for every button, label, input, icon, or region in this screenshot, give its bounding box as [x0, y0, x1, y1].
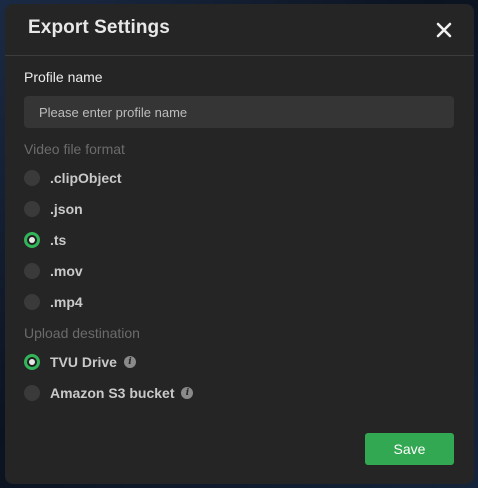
radio-upload-tvu-drive[interactable]: TVU Drive i: [24, 352, 136, 372]
radio-dot: [24, 170, 40, 186]
radio-dot-checked: [24, 232, 40, 248]
radio-dot: [24, 263, 40, 279]
save-button[interactable]: Save: [365, 433, 454, 465]
radio-dot: [24, 201, 40, 217]
info-icon[interactable]: i: [123, 356, 136, 368]
radio-dot-checked: [24, 354, 40, 370]
radio-label: .ts: [50, 232, 67, 248]
radio-format-clipobject[interactable]: .clipObject: [24, 168, 122, 188]
radio-label: .clipObject: [50, 170, 122, 186]
upload-destination-label: Upload destination: [24, 325, 140, 341]
radio-format-mp4[interactable]: .mp4: [24, 292, 83, 312]
profile-name-input[interactable]: [24, 96, 454, 128]
close-button[interactable]: [432, 18, 456, 42]
radio-label: Amazon S3 bucket: [50, 385, 175, 401]
radio-label: .json: [50, 201, 83, 217]
close-icon: [436, 22, 452, 38]
dialog-title: Export Settings: [28, 17, 170, 38]
radio-dot: [24, 294, 40, 310]
radio-dot: [24, 385, 40, 401]
radio-format-ts[interactable]: .ts: [24, 230, 66, 250]
radio-label: TVU Drive: [50, 354, 117, 370]
radio-format-mov[interactable]: .mov: [24, 261, 83, 281]
radio-label: .mp4: [50, 294, 83, 310]
radio-format-json[interactable]: .json: [24, 199, 83, 219]
radio-label: .mov: [50, 263, 83, 279]
export-settings-dialog: Export Settings Profile name Video file …: [5, 4, 474, 484]
info-icon[interactable]: i: [181, 387, 194, 399]
profile-name-label: Profile name: [24, 69, 103, 85]
radio-upload-amazon-s3[interactable]: Amazon S3 bucket i: [24, 383, 194, 403]
video-format-label: Video file format: [24, 141, 125, 157]
dialog-header: Export Settings: [5, 4, 474, 56]
